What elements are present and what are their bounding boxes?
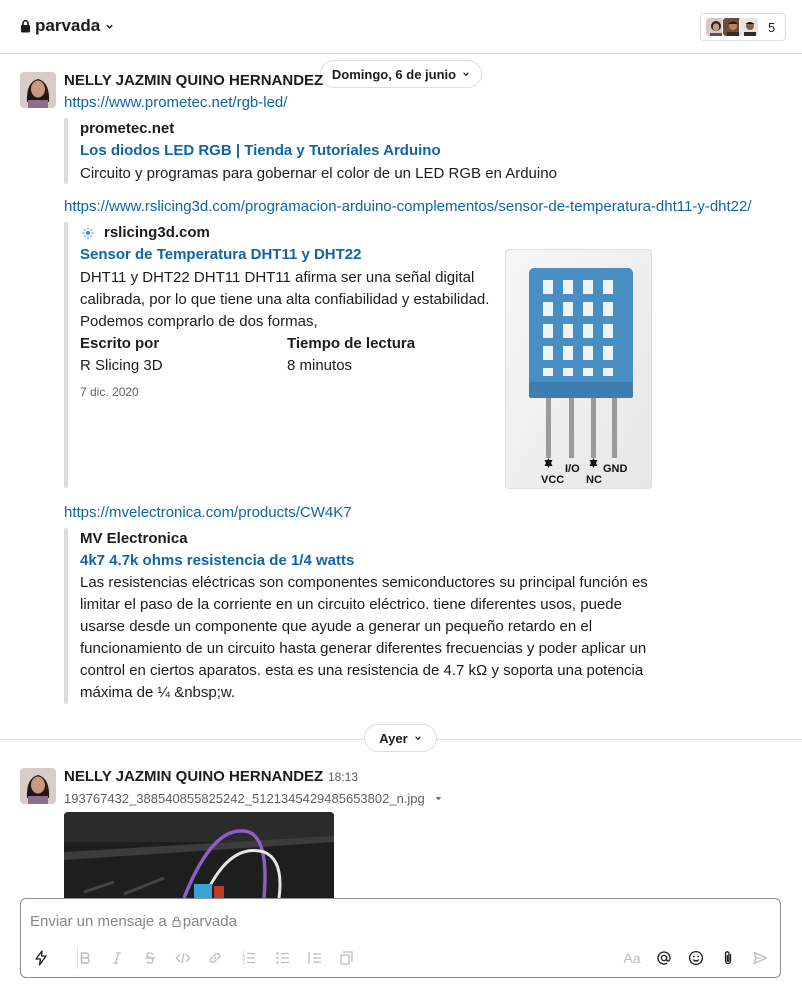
attachment-bar bbox=[64, 528, 68, 704]
bullet-list-button[interactable] bbox=[272, 947, 294, 969]
send-icon bbox=[753, 951, 768, 965]
chevron-down-icon bbox=[414, 736, 421, 741]
unfurl-description-line: Las resistencias eléctricas son componen… bbox=[80, 574, 648, 591]
channel-name: parvada bbox=[35, 16, 101, 35]
message-input[interactable]: Enviar un mensaje a parvada bbox=[30, 910, 760, 932]
message-author[interactable]: NELLY JAZMIN QUINO HERNANDEZ bbox=[64, 72, 323, 89]
code-block-button[interactable] bbox=[336, 947, 358, 969]
unfurl-description-line: DHT11 y DHT22 DHT11 DHT11 afirma ser una… bbox=[80, 269, 475, 286]
composer-placeholder-channel: parvada bbox=[182, 912, 237, 930]
lightning-icon bbox=[35, 950, 47, 966]
unfurl-description-line: funcionamiento de un circuito hasta gene… bbox=[80, 640, 647, 657]
ordered-list-button[interactable]: 123 bbox=[238, 947, 260, 969]
bullet-list-icon bbox=[276, 952, 289, 964]
link-icon bbox=[209, 952, 221, 964]
svg-text:3: 3 bbox=[242, 961, 245, 967]
shortcuts-button[interactable] bbox=[30, 947, 52, 969]
field-label: Tiempo de lectura bbox=[287, 335, 416, 352]
unfurl-description: Circuito y programas para gobernar el co… bbox=[80, 165, 557, 182]
chevron-down-icon bbox=[463, 72, 469, 77]
composer-placeholder: Enviar un mensaje a bbox=[30, 912, 167, 930]
pin-label-io: I/O bbox=[565, 463, 580, 475]
unfurl-description-line: limitar el paso de la corriente en un ci… bbox=[80, 596, 622, 613]
file-name-button[interactable]: 193767432_388540855825242_51213454294856… bbox=[64, 791, 443, 806]
paperclip-icon bbox=[724, 951, 732, 965]
member-list-button[interactable]: 5 bbox=[700, 13, 786, 41]
unfurl-description-line: usarse desde un componente que ayude a g… bbox=[80, 618, 593, 635]
day-divider-label: Ayer bbox=[379, 730, 408, 746]
formatting-toggle-button[interactable]: Aa bbox=[621, 947, 643, 969]
ordered-list-icon: 123 bbox=[242, 952, 255, 967]
unfurl-site-name: rslicing3d.com bbox=[104, 224, 210, 241]
emoji-button[interactable] bbox=[685, 947, 707, 969]
italic-button[interactable] bbox=[106, 947, 128, 969]
lock-icon bbox=[172, 916, 181, 927]
code-icon bbox=[175, 952, 191, 964]
bold-button[interactable] bbox=[74, 947, 96, 969]
code-button[interactable] bbox=[172, 947, 194, 969]
blockquote-button[interactable] bbox=[304, 947, 326, 969]
blockquote-icon bbox=[308, 952, 321, 964]
italic-icon bbox=[113, 952, 121, 964]
message-link[interactable]: https://www.rslicing3d.com/programacion-… bbox=[64, 198, 752, 215]
unfurl-title-link[interactable]: Los diodos LED RGB | Tienda y Tutoriales… bbox=[80, 142, 441, 159]
link-button[interactable] bbox=[204, 947, 226, 969]
member-count: 5 bbox=[768, 19, 776, 35]
unfurl-description-line: control en ciertos aparatos. esta es una… bbox=[80, 662, 644, 679]
unfurl-description-line: máxima de ¼ &nbsp;w. bbox=[80, 684, 236, 701]
attachment-bar bbox=[64, 118, 68, 184]
message-link[interactable]: https://www.prometec.net/rgb-led/ bbox=[64, 94, 287, 111]
mention-button[interactable] bbox=[653, 947, 675, 969]
strikethrough-button[interactable] bbox=[139, 947, 161, 969]
member-avatar bbox=[739, 17, 759, 37]
channel-name-button[interactable]: parvada bbox=[20, 16, 114, 36]
lock-icon bbox=[21, 19, 30, 33]
attachment-bar bbox=[64, 222, 68, 488]
day-divider-label: Domingo, 6 de junio bbox=[331, 66, 457, 82]
unfurl-site-name: prometec.net bbox=[80, 120, 175, 137]
unfurl-site-name: MV Electronica bbox=[80, 530, 188, 547]
caret-down-icon bbox=[436, 797, 442, 801]
smiley-icon bbox=[688, 950, 704, 966]
avatar[interactable] bbox=[20, 72, 56, 108]
strikethrough-icon bbox=[145, 952, 155, 964]
file-name: 193767432_388540855825242_51213454294856… bbox=[64, 791, 425, 806]
message-link[interactable]: https://mvelectronica.com/products/CW4K7 bbox=[64, 504, 352, 521]
code-block-icon bbox=[340, 951, 353, 965]
unfurl-description-line: calibrada, por lo que tiene una alta con… bbox=[80, 291, 490, 308]
at-sign-icon bbox=[657, 951, 671, 965]
avatar[interactable] bbox=[20, 768, 56, 804]
image-attachment[interactable] bbox=[64, 812, 334, 898]
field-value: 8 minutos bbox=[287, 357, 353, 374]
unfurl-title-link[interactable]: 4k7 4.7k ohms resistencia de 1/4 watts bbox=[80, 552, 354, 569]
day-divider-button[interactable]: Ayer bbox=[364, 724, 437, 752]
message-author[interactable]: NELLY JAZMIN QUINO HERNANDEZ bbox=[64, 768, 323, 785]
channel-header: parvada 5 bbox=[0, 0, 802, 54]
pin-label-nc: NC bbox=[586, 474, 602, 486]
message-composer: Enviar un mensaje a parvada 123 Aa bbox=[20, 898, 781, 978]
message-timestamp[interactable]: 18:13 bbox=[328, 770, 358, 784]
field-value: R Slicing 3D bbox=[80, 357, 163, 374]
pin-label-vcc: VCC bbox=[541, 474, 565, 486]
pin-label-gnd: GND bbox=[603, 463, 628, 475]
unfurl-description-line: Podemos comprarlo de dos formas, bbox=[80, 313, 318, 330]
attach-file-button[interactable] bbox=[717, 947, 739, 969]
format-label: Aa bbox=[623, 950, 641, 966]
chevron-down-icon bbox=[106, 24, 113, 29]
field-label: Escrito por bbox=[80, 335, 160, 352]
unfurl-thumbnail[interactable]: VCC I/O NC GND bbox=[505, 249, 652, 489]
unfurl-title-link[interactable]: Sensor de Temperatura DHT11 y DHT22 bbox=[80, 246, 361, 263]
day-divider-button[interactable]: Domingo, 6 de junio bbox=[320, 60, 482, 88]
bold-icon bbox=[80, 952, 90, 964]
site-favicon-icon bbox=[82, 227, 94, 239]
unfurl-date: 7 dic. 2020 bbox=[80, 385, 139, 399]
send-button[interactable] bbox=[749, 947, 771, 969]
